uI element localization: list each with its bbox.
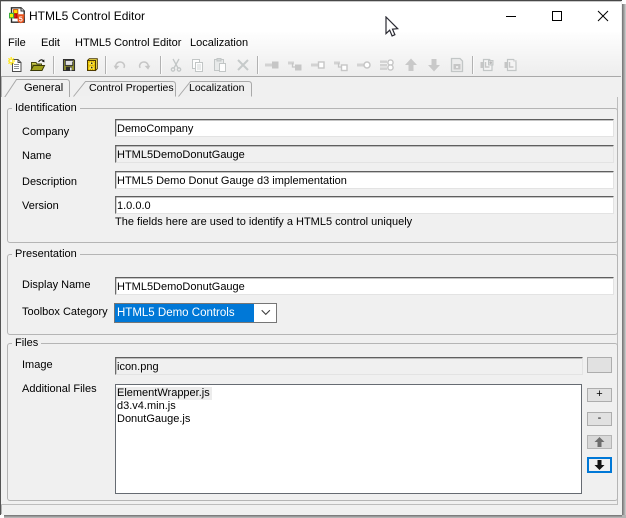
svg-text:5: 5	[19, 16, 23, 23]
